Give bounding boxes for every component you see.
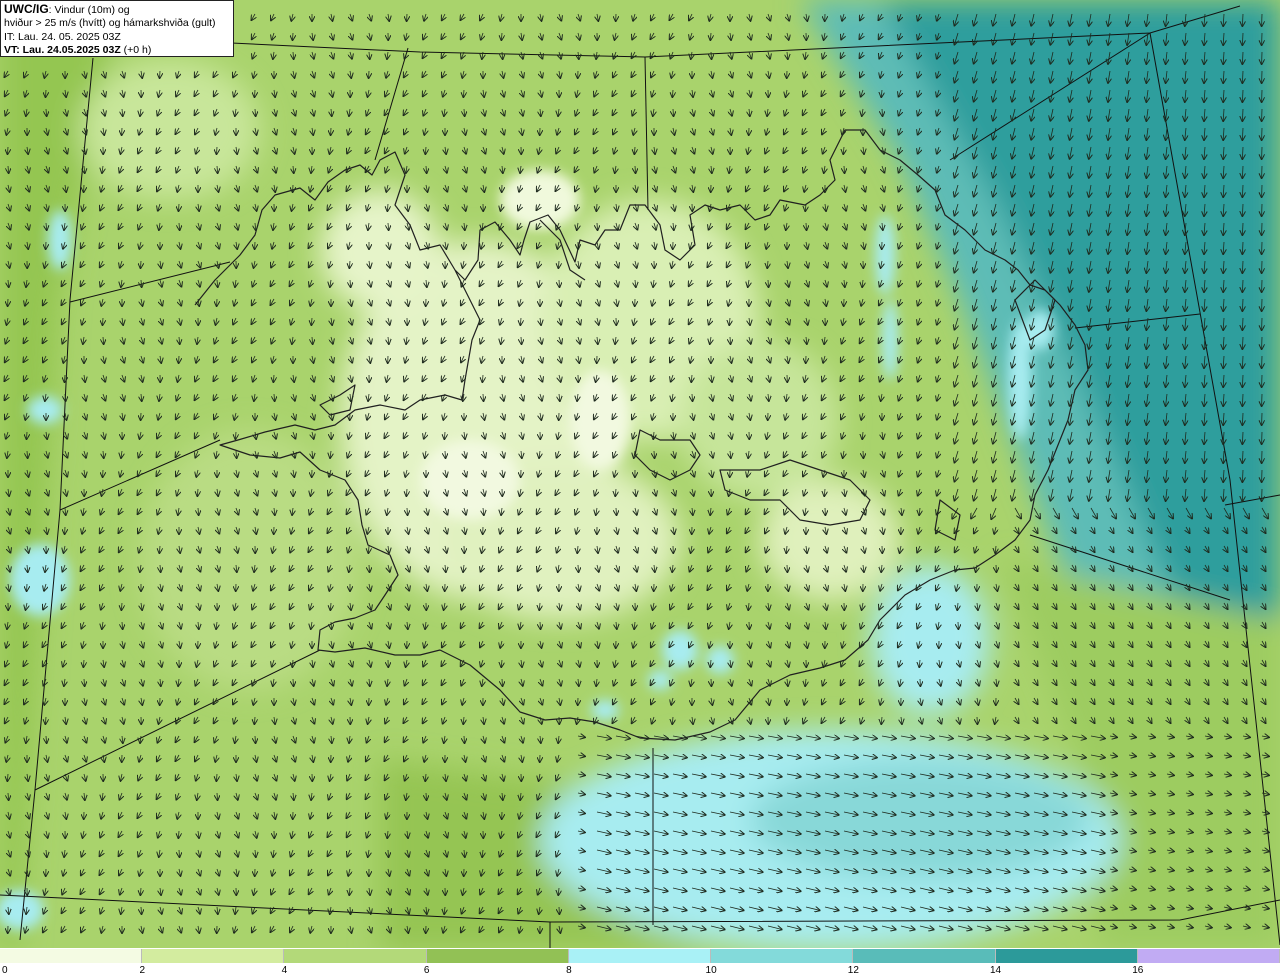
model-name: UWC/IG bbox=[4, 3, 49, 16]
legend-tick-label: 8 bbox=[566, 965, 572, 976]
wind-arrow bbox=[502, 678, 503, 686]
wind-arrow bbox=[407, 507, 408, 515]
wind-arrow bbox=[730, 336, 731, 344]
legend-swatch bbox=[568, 949, 712, 963]
wind-arrow bbox=[255, 735, 256, 743]
wind-arrow bbox=[426, 792, 427, 800]
title-desc-2: hviður > 25 m/s (hvítt) og hámarkshviða … bbox=[4, 17, 216, 30]
wind-arrow bbox=[293, 678, 294, 686]
valid-time-offset: (+0 h) bbox=[123, 43, 152, 56]
wind-arrow bbox=[8, 146, 9, 154]
wind-arrow bbox=[217, 792, 218, 800]
legend-swatch bbox=[853, 949, 996, 963]
legend-swatch bbox=[1137, 949, 1280, 963]
wind-arrow bbox=[464, 735, 465, 743]
legend-tick-label: 2 bbox=[139, 965, 145, 976]
legend-tick-label: 10 bbox=[705, 965, 717, 976]
wind-arrow bbox=[388, 849, 389, 857]
legend-swatch bbox=[995, 949, 1138, 963]
legend-tick-label: 4 bbox=[281, 965, 288, 976]
wind-arrow bbox=[597, 222, 598, 230]
legend-swatch bbox=[142, 949, 285, 963]
wind-arrow bbox=[141, 906, 142, 914]
wind-arrow bbox=[635, 165, 636, 173]
wind-arrow bbox=[540, 621, 541, 629]
map-viewer: UWC/IG: Vindur (10m) og hviður > 25 m/s … bbox=[0, 0, 1280, 978]
wind-arrow bbox=[369, 564, 370, 572]
initial-time: IT: Lau. 24. 05. 2025 03Z bbox=[4, 30, 121, 43]
legend-tick-label: 6 bbox=[423, 965, 430, 976]
color-legend: 0 2 4 6 8 10 12 14 16 bbox=[0, 948, 1280, 978]
wind-arrow bbox=[141, 260, 142, 268]
wind-arrow bbox=[692, 393, 693, 401]
wind-arrow bbox=[521, 336, 522, 344]
legend-swatch bbox=[426, 949, 569, 963]
wind-arrow bbox=[179, 849, 180, 857]
wind-arrow bbox=[445, 450, 446, 458]
wind-arrow bbox=[768, 279, 769, 287]
legend-swatch bbox=[284, 949, 427, 963]
wind-arrow bbox=[255, 89, 256, 97]
valid-time: VT: Lau. 24.05.2025 03Z bbox=[4, 43, 121, 56]
wind-arrow bbox=[654, 450, 655, 458]
wind-arrow bbox=[350, 906, 351, 914]
wind-arrow bbox=[559, 279, 560, 287]
legend-tick-label: 14 bbox=[989, 965, 1002, 976]
title-line: UWC/IG: Vindur (10m) og bbox=[4, 3, 230, 17]
wind-arrow bbox=[844, 165, 845, 173]
wind-arrow bbox=[27, 431, 28, 439]
wind-arrow bbox=[46, 89, 47, 97]
wind-arrow bbox=[483, 393, 484, 401]
wind-arrow bbox=[293, 32, 294, 40]
legend-tick-label: 16 bbox=[1132, 965, 1144, 976]
wind-arrow bbox=[806, 222, 807, 230]
legend-tick-label: 0 bbox=[2, 965, 8, 976]
wind-map bbox=[0, 0, 1280, 948]
wind-arrow bbox=[711, 51, 712, 59]
legend-swatch bbox=[0, 949, 143, 963]
wind-arrow bbox=[217, 146, 218, 154]
wind-arrow bbox=[616, 507, 617, 515]
wind-arrow bbox=[331, 621, 332, 629]
wind-arrow bbox=[882, 108, 883, 116]
wind-arrow bbox=[179, 203, 180, 211]
title-desc-1: : Vindur (10m) og bbox=[48, 4, 130, 16]
forecast-info-box: UWC/IG: Vindur (10m) og hviður > 25 m/s … bbox=[0, 0, 234, 57]
legend-swatch bbox=[711, 949, 854, 963]
wind-arrow bbox=[673, 108, 674, 116]
legend-bar bbox=[0, 949, 1280, 963]
wind-arrow bbox=[578, 564, 579, 572]
legend-tick-label: 12 bbox=[847, 965, 859, 976]
wind-arrow bbox=[103, 317, 104, 325]
wind-arrow bbox=[65, 374, 66, 382]
